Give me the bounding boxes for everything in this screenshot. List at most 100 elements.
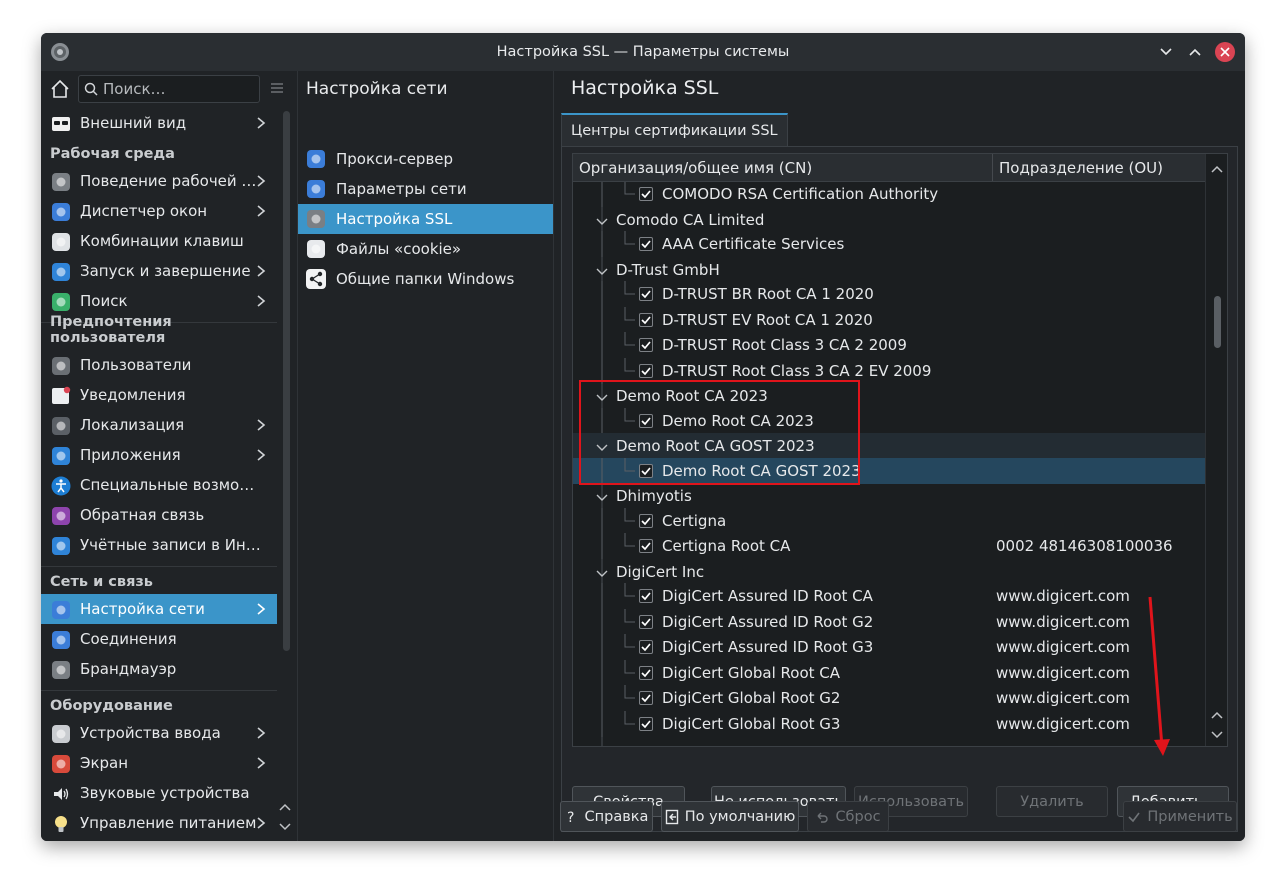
certificate-row[interactable]: D-TRUST EV Root CA 1 2020 (573, 306, 1207, 333)
scroll-down-icon[interactable] (1210, 726, 1224, 744)
apply-label: Применить (1147, 808, 1233, 825)
expand-chevron-icon[interactable] (595, 214, 609, 232)
certificate-checkbox[interactable] (639, 338, 653, 352)
help-button[interactable]: ? Справка (560, 801, 653, 832)
notifications-icon (51, 386, 71, 405)
certificate-checkbox[interactable] (639, 665, 653, 680)
sidebar-item-label: Брандмауэр (80, 660, 177, 678)
certificate-checkbox[interactable] (639, 287, 653, 301)
home-icon[interactable] (49, 77, 71, 101)
certificate-checkbox[interactable] (639, 539, 653, 553)
certificate-checkbox[interactable] (639, 716, 653, 731)
search-icon (84, 82, 98, 96)
sidebar-search-row: Поиск… (41, 71, 295, 107)
reset-button[interactable]: Сброс (807, 801, 889, 832)
share-icon (306, 269, 326, 289)
sidebar-item[interactable]: Внешний вид (41, 108, 277, 138)
certificate-row[interactable]: DigiCert Global Root CA www.digicert.com (573, 659, 1207, 686)
sidebar-item[interactable]: Диспетчер окон (41, 196, 277, 226)
sidebar-item[interactable]: Брандмауэр (41, 654, 277, 684)
certificate-checkbox[interactable] (639, 640, 653, 654)
scroll-up-icon[interactable] (278, 799, 292, 817)
sidebar-item[interactable]: Уведомления (41, 380, 277, 410)
sidebar-item[interactable]: Устройства ввода (41, 718, 277, 748)
apply-button[interactable]: Применить (1123, 801, 1237, 832)
chevron-right-icon (255, 754, 267, 772)
certificate-checkbox[interactable] (639, 614, 653, 629)
sidebar-item[interactable]: Запуск и завершение (41, 256, 277, 286)
subpanel-item[interactable]: Прокси-сервер (298, 144, 553, 174)
certificate-row[interactable]: COMODO RSA Certification Authority (573, 182, 1207, 207)
search-input[interactable]: Поиск… (78, 75, 260, 103)
certificate-row[interactable]: DigiCert Assured ID Root G3 www.digicert.… (573, 634, 1207, 660)
column-header-ou[interactable]: Подразделение (OU) (993, 154, 1163, 181)
certificate-row[interactable]: DigiCert Assured ID Root CA www.digicert.… (573, 583, 1207, 609)
tree-group-label: D-Trust GmbH (616, 260, 720, 279)
sidebar-item[interactable]: Обратная связь (41, 500, 277, 530)
sidebar-item[interactable]: Комбинации клавиш (41, 226, 277, 256)
scroll-down-icon[interactable] (278, 819, 292, 837)
subpanel-item[interactable]: Параметры сети (298, 174, 553, 204)
scroll-up-icon[interactable] (1210, 160, 1224, 178)
maximize-button[interactable] (1185, 42, 1205, 62)
sidebar-item-label: Настройка сети (80, 600, 205, 618)
certificate-checkbox[interactable] (639, 312, 653, 327)
workspace-behavior-icon (51, 172, 70, 191)
certificate-row[interactable]: DigiCert Global Root G2 www.digicert.com (573, 685, 1207, 711)
scroll-up-icon[interactable] (1210, 706, 1224, 724)
expand-chevron-icon[interactable] (595, 566, 609, 584)
sidebar-item[interactable]: Поиск (41, 286, 277, 316)
certificate-row[interactable]: DigiCert Global Root G3 www.digicert.com (573, 710, 1207, 737)
certificate-checkbox[interactable] (639, 363, 653, 378)
sidebar-item[interactable]: Настройка сети (41, 594, 277, 624)
sidebar-item[interactable]: Приложения (41, 440, 277, 470)
certificate-checkbox[interactable] (639, 589, 653, 603)
certificate-row[interactable]: DigiCert Assured ID Root G2 www.digicert.… (573, 608, 1207, 635)
annotation-highlight-box (579, 380, 860, 485)
sidebar-item[interactable]: Учётные записи в Ин… (41, 530, 277, 560)
sidebar-scrollbar[interactable] (283, 111, 290, 651)
defaults-button[interactable]: По умолчанию (661, 801, 799, 832)
tree-group-row[interactable]: Comodo CA Limited (573, 207, 1207, 233)
certificate-row[interactable]: AAA Certificate Services (573, 231, 1207, 257)
close-button[interactable] (1215, 42, 1235, 62)
certificate-row[interactable]: D-TRUST Root Class 3 CA 2 2009 (573, 332, 1207, 358)
subpanel-item[interactable]: Общие папки Windows (298, 264, 553, 294)
sidebar-item[interactable]: Поведение рабочей … (41, 166, 277, 196)
certificate-checkbox[interactable] (639, 691, 653, 705)
subpanel-item[interactable]: Настройка SSL (298, 204, 553, 234)
certificate-row[interactable]: D-TRUST BR Root CA 1 2020 (573, 281, 1207, 307)
column-header-cn[interactable]: Организация/общее имя (CN) (573, 154, 993, 181)
minimize-button[interactable] (1156, 42, 1176, 62)
firewall-icon (51, 660, 70, 679)
tree-group-row[interactable]: Dhimyotis (573, 483, 1207, 509)
certificate-row[interactable]: Certigna Root CA 0002 48146308100036 (573, 533, 1207, 559)
subpanel-item[interactable]: Файлы «cookie» (298, 234, 553, 264)
sidebar-item[interactable]: Соединения (41, 624, 277, 654)
sidebar-item[interactable]: Специальные возмо… (41, 470, 277, 500)
hamburger-menu-icon[interactable] (269, 79, 285, 97)
expand-chevron-icon[interactable] (595, 264, 609, 282)
sidebar-item[interactable]: Управление питанием (41, 808, 277, 838)
scrollbar-thumb[interactable] (1214, 296, 1221, 348)
sidebar-item-label: Звуковые устройства (80, 784, 250, 802)
online-accounts-icon (51, 536, 70, 555)
search-placeholder: Поиск… (103, 80, 166, 98)
certificate-checkbox[interactable] (639, 513, 653, 528)
tree-scrollbar[interactable] (1205, 154, 1227, 746)
expand-chevron-icon[interactable] (595, 490, 609, 508)
delete-button[interactable]: Удалить (996, 786, 1108, 817)
certificate-checkbox[interactable] (639, 187, 653, 201)
certificate-ou: 0002 48146308100036 (996, 537, 1173, 555)
certificate-row[interactable]: Certigna (573, 507, 1207, 534)
certificate-checkbox[interactable] (639, 237, 653, 251)
tree-group-row[interactable]: D-Trust GmbH (573, 257, 1207, 283)
sidebar-item[interactable]: Локализация (41, 410, 277, 440)
sidebar-item-label: Поиск (80, 292, 128, 310)
tab-ssl-authorities[interactable]: Центры сертификации SSL (561, 113, 788, 146)
localization-icon (51, 416, 70, 435)
sidebar-item[interactable]: Экран (41, 748, 277, 778)
sidebar-item[interactable]: Пользователи (41, 350, 277, 380)
tree-group-row[interactable]: DigiCert Inc (573, 559, 1207, 585)
sidebar-item[interactable]: Звуковые устройства (41, 778, 277, 808)
